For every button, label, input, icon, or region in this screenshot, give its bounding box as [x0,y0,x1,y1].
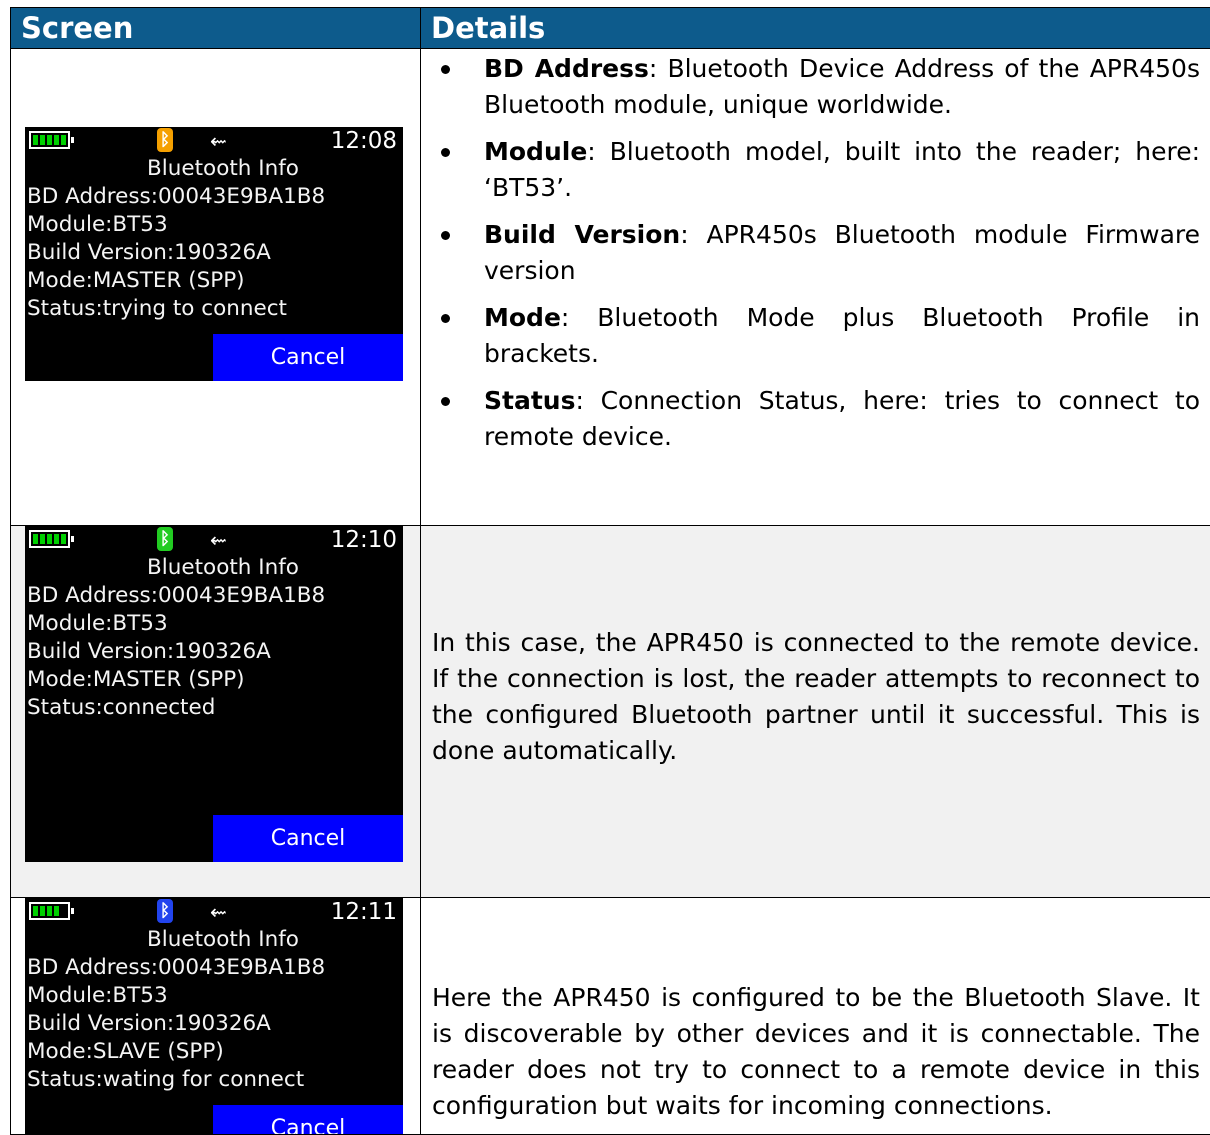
item-text: : Bluetooth Mode plus Bluetooth Profile … [484,303,1200,368]
details-paragraph: In this case, the APR450 is connected to… [421,625,1210,769]
details-paragraph: Here the APR450 is configured to be the … [421,980,1210,1124]
details-list: BD Address: Bluetooth Device Address of … [421,51,1210,455]
item-text: : Bluetooth model, built into the reader… [484,137,1200,202]
item-term: Build Version [484,220,680,249]
screen-cell: ᛒ ⇜ 12:08 Bluetooth Info BD Address:0004… [11,49,421,526]
item-text: : Connection Status, here: tries to conn… [484,386,1200,451]
details-cell: In this case, the APR450 is connected to… [421,526,1210,898]
module-line: Module:BT53 [25,982,403,1010]
screen-cell: ᛒ ⇜ 12:10 Bluetooth Info BD Address:0004… [11,526,421,898]
build-version-line: Build Version:190326A [25,638,403,666]
item-term: Mode [484,303,561,332]
item-term: BD Address [484,54,649,83]
bluetooth-icon: ᛒ [157,128,173,152]
header-details: Details [421,8,1210,49]
device-screen: ᛒ ⇜ 12:08 Bluetooth Info BD Address:0004… [25,127,403,381]
list-item: BD Address: Bluetooth Device Address of … [421,51,1210,123]
battery-icon [29,131,70,149]
list-item: Build Version: APR450s Bluetooth module … [421,217,1210,289]
bd-address-line: BD Address:00043E9BA1B8 [25,183,403,211]
battery-icon [29,530,70,548]
cancel-button[interactable]: Cancel [213,334,403,381]
bluetooth-icon: ᛒ [157,899,173,923]
status-line: Status:connected [25,694,403,722]
mode-line: Mode:MASTER (SPP) [25,666,403,694]
item-term: Module [484,137,587,166]
clock: 12:10 [331,526,397,554]
details-cell: BD Address: Bluetooth Device Address of … [421,49,1210,526]
build-version-line: Build Version:190326A [25,1010,403,1038]
module-line: Module:BT53 [25,211,403,239]
status-line: Status:wating for connect [25,1066,403,1094]
table-row: ᛒ ⇜ 12:11 Bluetooth Info BD Address:0004… [11,898,1210,1135]
status-bar: ᛒ ⇜ 12:10 [25,526,403,554]
list-item: Mode: Bluetooth Mode plus Bluetooth Prof… [421,300,1210,372]
usb-icon: ⇜ [210,526,227,554]
build-version-line: Build Version:190326A [25,239,403,267]
table-row: ᛒ ⇜ 12:10 Bluetooth Info BD Address:0004… [11,526,1210,898]
cancel-button[interactable]: Cancel [213,1105,403,1134]
status-bar: ᛒ ⇜ 12:11 [25,898,403,926]
table-row: ᛒ ⇜ 12:08 Bluetooth Info BD Address:0004… [11,49,1210,526]
screen-cell: ᛒ ⇜ 12:11 Bluetooth Info BD Address:0004… [11,898,421,1135]
module-line: Module:BT53 [25,610,403,638]
usb-icon: ⇜ [210,898,227,926]
clock: 12:08 [331,127,397,155]
clock: 12:11 [331,898,397,926]
bluetooth-icon: ᛒ [157,527,173,551]
mode-line: Mode:MASTER (SPP) [25,267,403,295]
bd-address-line: BD Address:00043E9BA1B8 [25,954,403,982]
status-bar: ᛒ ⇜ 12:08 [25,127,403,155]
mode-line: Mode:SLAVE (SPP) [25,1038,403,1066]
screen-title: Bluetooth Info [43,155,403,183]
device-screen: ᛒ ⇜ 12:11 Bluetooth Info BD Address:0004… [25,898,403,1134]
screen-title: Bluetooth Info [43,554,403,582]
status-line: Status:trying to connect [25,295,403,323]
list-item: Module: Bluetooth model, built into the … [421,134,1210,206]
list-item: Status: Connection Status, here: tries t… [421,383,1210,455]
usb-icon: ⇜ [210,127,227,155]
cancel-button[interactable]: Cancel [213,815,403,862]
screen-title: Bluetooth Info [43,926,403,954]
item-term: Status [484,386,575,415]
details-cell: Here the APR450 is configured to be the … [421,898,1210,1135]
info-table: Screen Details ᛒ ⇜ 12:08 Bluetooth Info [10,7,1210,1135]
header-screen: Screen [11,8,421,49]
battery-icon [29,902,70,920]
bd-address-line: BD Address:00043E9BA1B8 [25,582,403,610]
device-screen: ᛒ ⇜ 12:10 Bluetooth Info BD Address:0004… [25,526,403,862]
